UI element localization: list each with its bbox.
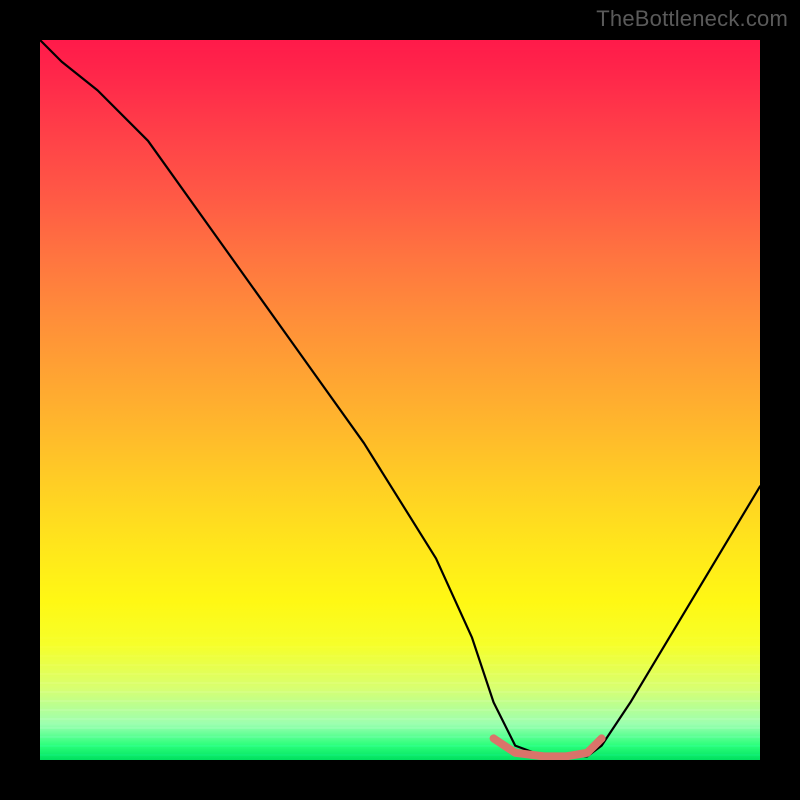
bottleneck-curve-path [40,40,760,756]
chart-svg [40,40,760,760]
optimal-range-marker-path [494,738,602,756]
chart-plot-area [40,40,760,760]
watermark-text: TheBottleneck.com [596,6,788,32]
